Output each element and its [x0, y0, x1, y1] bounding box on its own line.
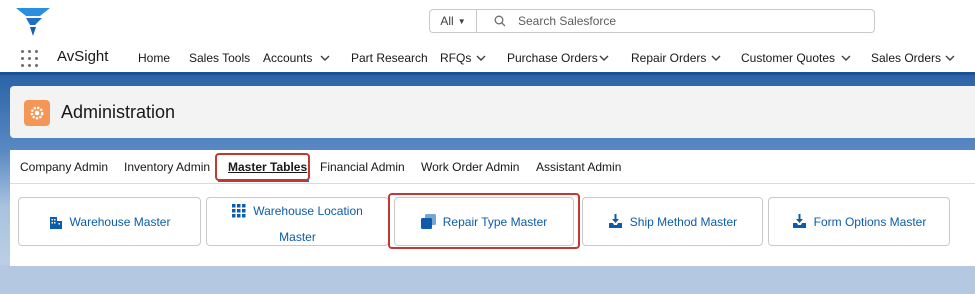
chevron-down-icon[interactable]	[841, 54, 851, 62]
nav-item-home[interactable]: Home	[138, 51, 170, 65]
settings-gear-icon	[24, 100, 50, 126]
nav-item-part-research[interactable]: Part Research	[351, 51, 428, 65]
inbox-download-icon	[792, 214, 806, 228]
building-icon	[49, 216, 62, 229]
app-name: AvSight	[57, 48, 109, 65]
tile-label: Ship Method Master	[629, 214, 738, 229]
app-launcher-icon[interactable]	[21, 50, 38, 67]
grid-icon	[232, 204, 246, 218]
search-icon	[494, 15, 506, 27]
chevron-down-icon[interactable]	[599, 54, 609, 62]
global-header: All ▼	[0, 0, 975, 44]
global-search: All ▼	[429, 9, 875, 33]
nav-item-rfqs[interactable]: RFQs	[440, 51, 471, 65]
tab-bar: Company Admin Inventory Admin Master Tab…	[10, 150, 975, 184]
tile-label-line2: Master	[279, 230, 316, 244]
admin-panel: Company Admin Inventory Admin Master Tab…	[10, 150, 975, 266]
tab-work-order-admin[interactable]: Work Order Admin	[421, 160, 519, 174]
chevron-down-icon[interactable]	[945, 54, 955, 62]
nav-item-sales-orders[interactable]: Sales Orders	[871, 51, 941, 65]
tab-inventory-admin[interactable]: Inventory Admin	[124, 160, 210, 174]
app-navigation-bar: AvSight Home Sales Tools Accounts Part R…	[0, 44, 975, 75]
tab-assistant-admin[interactable]: Assistant Admin	[536, 160, 621, 174]
nav-item-repair-orders[interactable]: Repair Orders	[631, 51, 706, 65]
caret-down-icon: ▼	[457, 16, 466, 26]
chevron-down-icon[interactable]	[711, 54, 721, 62]
search-scope-label: All	[440, 14, 454, 28]
chevron-down-icon[interactable]	[320, 54, 330, 62]
search-input[interactable]	[518, 12, 858, 30]
tile-ship-method-master[interactable]: Ship Method Master	[582, 197, 763, 246]
nav-item-purchase-orders[interactable]: Purchase Orders	[507, 51, 598, 65]
search-scope-dropdown[interactable]: All ▼	[430, 10, 477, 32]
tile-warehouse-master[interactable]: Warehouse Master	[18, 197, 201, 246]
inbox-download-icon	[608, 214, 622, 228]
chevron-down-icon[interactable]	[476, 54, 486, 62]
avsight-logo-icon[interactable]	[16, 8, 50, 36]
page-title: Administration	[61, 102, 176, 122]
nav-item-accounts[interactable]: Accounts	[263, 51, 312, 65]
highlight-box	[388, 193, 580, 249]
tile-label: Warehouse Master	[69, 214, 171, 229]
nav-item-customer-quotes[interactable]: Customer Quotes	[741, 51, 835, 65]
tile-label-line1: Warehouse Location	[253, 204, 363, 218]
page-header-card: Administration	[10, 86, 975, 138]
page-background-lower	[0, 265, 975, 294]
highlight-box	[215, 153, 310, 181]
nav-item-sales-tools[interactable]: Sales Tools	[189, 51, 250, 65]
tile-form-options-master[interactable]: Form Options Master	[768, 197, 950, 246]
tab-company-admin[interactable]: Company Admin	[20, 160, 108, 174]
tab-financial-admin[interactable]: Financial Admin	[320, 160, 405, 174]
tile-label: Form Options Master	[813, 214, 927, 229]
tile-warehouse-location-master[interactable]: Warehouse Location Master	[206, 197, 389, 246]
